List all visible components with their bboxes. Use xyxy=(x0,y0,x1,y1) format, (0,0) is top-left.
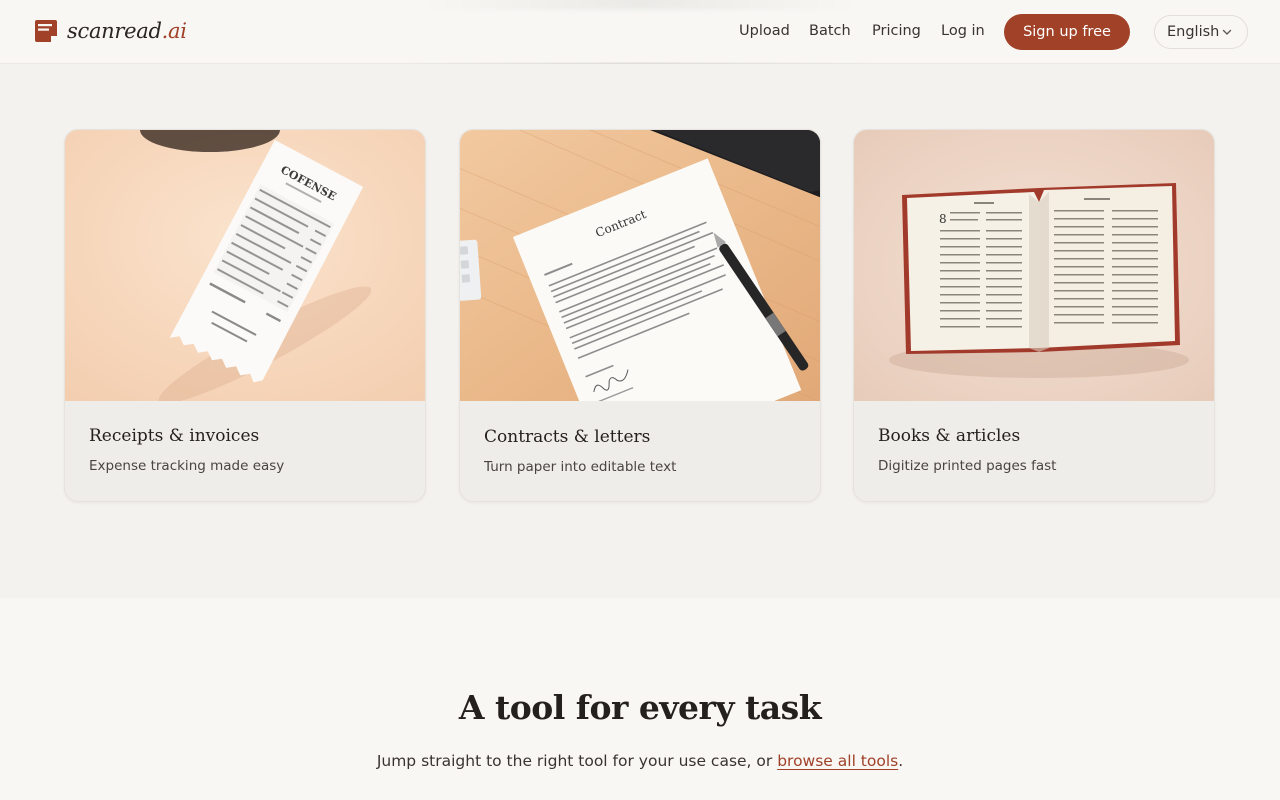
section-title: A tool for every task xyxy=(458,688,822,727)
nav-login-link[interactable]: Log in xyxy=(941,23,985,39)
card-description: Turn paper into editable text xyxy=(484,459,677,475)
receipt-photo: COFENSE xyxy=(65,130,425,401)
scrolled-hero-divider xyxy=(400,62,880,64)
card-title: Books & articles xyxy=(878,426,1021,446)
browse-all-tools-link[interactable]: browse all tools xyxy=(777,752,898,770)
scrolled-hero-text-fragment xyxy=(420,0,860,10)
use-case-card-books[interactable]: 8 Books & articles Digitize printed page… xyxy=(853,129,1215,502)
language-label: English xyxy=(1167,24,1220,40)
signup-button[interactable]: Sign up free xyxy=(1004,14,1130,50)
book-page-number: 8 xyxy=(939,212,947,226)
open-book-photo: 8 xyxy=(854,130,1214,401)
section-subtitle: Jump straight to the right tool for your… xyxy=(376,752,904,770)
use-case-card-receipts[interactable]: COFENSE Receipts & invoices Expense trac… xyxy=(64,129,426,502)
use-case-card-contracts[interactable]: Contract Contracts & letters Turn paper … xyxy=(459,129,821,502)
nav-pricing-link[interactable]: Pricing xyxy=(872,23,921,39)
nav-batch-link[interactable]: Batch xyxy=(809,23,851,39)
card-description: Expense tracking made easy xyxy=(89,458,285,474)
main-nav: Upload Batch Pricing Log in Sign up free… xyxy=(0,14,1280,50)
card-title: Contracts & letters xyxy=(484,427,651,447)
site-header: scanread.ai Upload Batch Pricing Log in … xyxy=(0,0,1280,64)
language-selector[interactable]: English xyxy=(1154,15,1248,49)
nav-upload-link[interactable]: Upload xyxy=(739,23,790,39)
contract-photo: Contract xyxy=(460,130,820,401)
card-description: Digitize printed pages fast xyxy=(878,458,1057,474)
chevron-down-icon xyxy=(1222,29,1232,35)
card-title: Receipts & invoices xyxy=(89,426,260,446)
